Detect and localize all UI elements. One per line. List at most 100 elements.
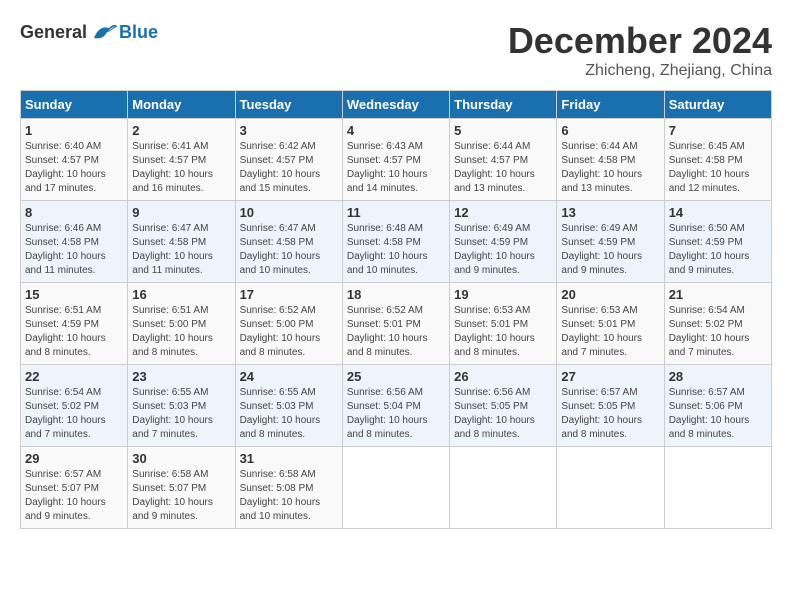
location-title: Zhicheng, Zhejiang, China [508, 62, 772, 80]
day-number: 3 [240, 123, 338, 138]
day-number: 4 [347, 123, 445, 138]
calendar-day-cell: 1Sunrise: 6:40 AM Sunset: 4:57 PM Daylig… [21, 119, 128, 201]
calendar-day-cell: 10 Sunrise: 6:47 AM Sunset: 4:58 PM Dayli… [235, 201, 342, 283]
calendar-day-cell [664, 447, 771, 529]
day-number: 8 [25, 205, 123, 220]
calendar-day-cell: 8 Sunrise: 6:46 AM Sunset: 4:58 PM Daylig… [21, 201, 128, 283]
calendar-day-cell: 26 Sunrise: 6:56 AM Sunset: 5:05 PM Dayli… [450, 365, 557, 447]
day-info: Sunrise: 6:45 AM Sunset: 4:58 PM Dayligh… [669, 140, 767, 196]
day-info: Sunrise: 6:58 AM Sunset: 5:07 PM Dayligh… [132, 468, 230, 524]
day-info: Sunrise: 6:51 AM Sunset: 4:59 PM Dayligh… [25, 304, 123, 360]
day-info: Sunrise: 6:44 AM Sunset: 4:57 PM Dayligh… [454, 140, 552, 196]
calendar-day-cell: 30 Sunrise: 6:58 AM Sunset: 5:07 PM Dayli… [128, 447, 235, 529]
day-info: Sunrise: 6:50 AM Sunset: 4:59 PM Dayligh… [669, 222, 767, 278]
day-info: Sunrise: 6:54 AM Sunset: 5:02 PM Dayligh… [25, 386, 123, 442]
day-info: Sunrise: 6:56 AM Sunset: 5:05 PM Dayligh… [454, 386, 552, 442]
calendar-day-cell: 18Sunrise: 6:52 AM Sunset: 5:01 PM Dayli… [342, 283, 449, 365]
calendar-day-cell: 21 Sunrise: 6:54 AM Sunset: 5:02 PM Dayli… [664, 283, 771, 365]
day-info: Sunrise: 6:51 AM Sunset: 5:00 PM Dayligh… [132, 304, 230, 360]
weekday-header-friday: Friday [557, 91, 664, 119]
day-info: Sunrise: 6:54 AM Sunset: 5:02 PM Dayligh… [669, 304, 767, 360]
calendar-day-cell: 31 Sunrise: 6:58 AM Sunset: 5:08 PM Dayli… [235, 447, 342, 529]
day-info: Sunrise: 6:46 AM Sunset: 4:58 PM Dayligh… [25, 222, 123, 278]
day-info: Sunrise: 6:47 AM Sunset: 4:58 PM Dayligh… [132, 222, 230, 278]
day-info: Sunrise: 6:57 AM Sunset: 5:07 PM Dayligh… [25, 468, 123, 524]
day-number: 25 [347, 369, 445, 384]
calendar-day-cell: 11 Sunrise: 6:48 AM Sunset: 4:58 PM Dayli… [342, 201, 449, 283]
calendar-day-cell: 24 Sunrise: 6:55 AM Sunset: 5:03 PM Dayli… [235, 365, 342, 447]
day-number: 6 [561, 123, 659, 138]
calendar-week-row: 15 Sunrise: 6:51 AM Sunset: 4:59 PM Dayli… [21, 283, 772, 365]
day-info: Sunrise: 6:42 AM Sunset: 4:57 PM Dayligh… [240, 140, 338, 196]
calendar-day-cell [450, 447, 557, 529]
logo-general: General [20, 22, 87, 43]
day-info: Sunrise: 6:48 AM Sunset: 4:58 PM Dayligh… [347, 222, 445, 278]
day-number: 24 [240, 369, 338, 384]
day-number: 16 [132, 287, 230, 302]
calendar-day-cell: 19 Sunrise: 6:53 AM Sunset: 5:01 PM Dayli… [450, 283, 557, 365]
day-info: Sunrise: 6:58 AM Sunset: 5:08 PM Dayligh… [240, 468, 338, 524]
day-info: Sunrise: 6:53 AM Sunset: 5:01 PM Dayligh… [561, 304, 659, 360]
weekday-header-monday: Monday [128, 91, 235, 119]
day-number: 7 [669, 123, 767, 138]
day-info: Sunrise: 6:49 AM Sunset: 4:59 PM Dayligh… [561, 222, 659, 278]
calendar-day-cell: 9 Sunrise: 6:47 AM Sunset: 4:58 PM Daylig… [128, 201, 235, 283]
calendar-day-cell [342, 447, 449, 529]
weekday-header-sunday: Sunday [21, 91, 128, 119]
day-number: 29 [25, 451, 123, 466]
day-number: 21 [669, 287, 767, 302]
day-info: Sunrise: 6:49 AM Sunset: 4:59 PM Dayligh… [454, 222, 552, 278]
day-info: Sunrise: 6:40 AM Sunset: 4:57 PM Dayligh… [25, 140, 123, 196]
day-info: Sunrise: 6:55 AM Sunset: 5:03 PM Dayligh… [132, 386, 230, 442]
calendar-day-cell: 2Sunrise: 6:41 AM Sunset: 4:57 PM Daylig… [128, 119, 235, 201]
calendar-day-cell: 7 Sunrise: 6:45 AM Sunset: 4:58 PM Daylig… [664, 119, 771, 201]
calendar-day-cell: 13 Sunrise: 6:49 AM Sunset: 4:59 PM Dayli… [557, 201, 664, 283]
day-number: 22 [25, 369, 123, 384]
day-number: 28 [669, 369, 767, 384]
calendar-week-row: 1Sunrise: 6:40 AM Sunset: 4:57 PM Daylig… [21, 119, 772, 201]
day-number: 11 [347, 205, 445, 220]
calendar-day-cell: 16 Sunrise: 6:51 AM Sunset: 5:00 PM Dayli… [128, 283, 235, 365]
calendar-day-cell: 20Sunrise: 6:53 AM Sunset: 5:01 PM Dayli… [557, 283, 664, 365]
weekday-header-thursday: Thursday [450, 91, 557, 119]
calendar-day-cell: 28Sunrise: 6:57 AM Sunset: 5:06 PM Dayli… [664, 365, 771, 447]
calendar-week-row: 22 Sunrise: 6:54 AM Sunset: 5:02 PM Dayli… [21, 365, 772, 447]
weekday-header-row: SundayMondayTuesdayWednesdayThursdayFrid… [21, 91, 772, 119]
day-number: 15 [25, 287, 123, 302]
calendar-week-row: 29 Sunrise: 6:57 AM Sunset: 5:07 PM Dayli… [21, 447, 772, 529]
day-info: Sunrise: 6:43 AM Sunset: 4:57 PM Dayligh… [347, 140, 445, 196]
calendar-day-cell: 12 Sunrise: 6:49 AM Sunset: 4:59 PM Dayli… [450, 201, 557, 283]
day-number: 19 [454, 287, 552, 302]
day-number: 13 [561, 205, 659, 220]
day-number: 23 [132, 369, 230, 384]
calendar-day-cell [557, 447, 664, 529]
title-area: December 2024 Zhicheng, Zhejiang, China [508, 20, 772, 80]
calendar-day-cell: 3 Sunrise: 6:42 AM Sunset: 4:57 PM Daylig… [235, 119, 342, 201]
calendar-week-row: 8 Sunrise: 6:46 AM Sunset: 4:58 PM Daylig… [21, 201, 772, 283]
calendar-day-cell: 23 Sunrise: 6:55 AM Sunset: 5:03 PM Dayli… [128, 365, 235, 447]
day-info: Sunrise: 6:55 AM Sunset: 5:03 PM Dayligh… [240, 386, 338, 442]
calendar-day-cell: 15 Sunrise: 6:51 AM Sunset: 4:59 PM Dayli… [21, 283, 128, 365]
day-info: Sunrise: 6:53 AM Sunset: 5:01 PM Dayligh… [454, 304, 552, 360]
calendar-day-cell: 4 Sunrise: 6:43 AM Sunset: 4:57 PM Daylig… [342, 119, 449, 201]
day-number: 27 [561, 369, 659, 384]
logo-bird-icon [89, 20, 119, 45]
day-info: Sunrise: 6:41 AM Sunset: 4:57 PM Dayligh… [132, 140, 230, 196]
calendar-day-cell: 29 Sunrise: 6:57 AM Sunset: 5:07 PM Dayli… [21, 447, 128, 529]
weekday-header-tuesday: Tuesday [235, 91, 342, 119]
day-number: 9 [132, 205, 230, 220]
day-number: 12 [454, 205, 552, 220]
day-info: Sunrise: 6:47 AM Sunset: 4:58 PM Dayligh… [240, 222, 338, 278]
calendar-day-cell: 25Sunrise: 6:56 AM Sunset: 5:04 PM Dayli… [342, 365, 449, 447]
day-number: 30 [132, 451, 230, 466]
day-info: Sunrise: 6:52 AM Sunset: 5:01 PM Dayligh… [347, 304, 445, 360]
day-number: 10 [240, 205, 338, 220]
calendar-table: SundayMondayTuesdayWednesdayThursdayFrid… [20, 90, 772, 529]
calendar-day-cell: 6Sunrise: 6:44 AM Sunset: 4:58 PM Daylig… [557, 119, 664, 201]
day-number: 31 [240, 451, 338, 466]
day-number: 26 [454, 369, 552, 384]
day-info: Sunrise: 6:52 AM Sunset: 5:00 PM Dayligh… [240, 304, 338, 360]
logo-blue: Blue [119, 22, 158, 43]
calendar-day-cell: 17Sunrise: 6:52 AM Sunset: 5:00 PM Dayli… [235, 283, 342, 365]
weekday-header-saturday: Saturday [664, 91, 771, 119]
